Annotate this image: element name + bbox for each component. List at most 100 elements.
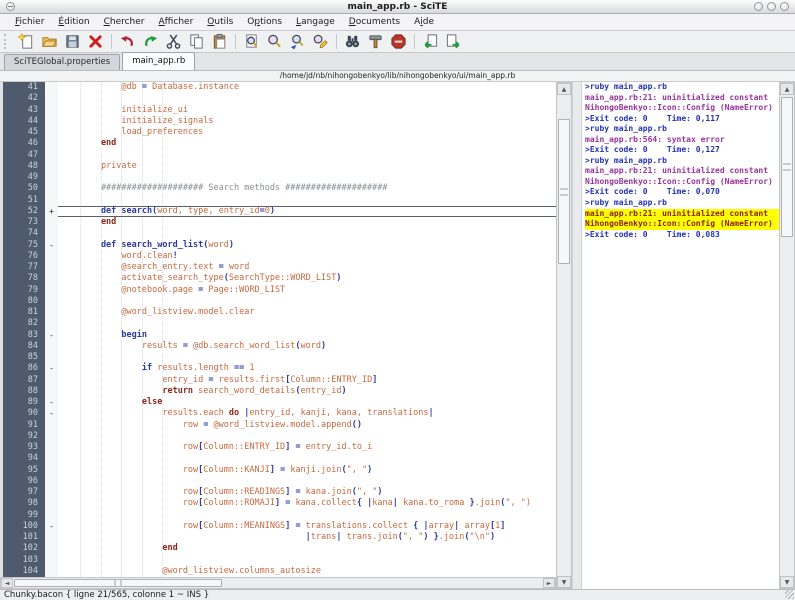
find-in-files-button[interactable] bbox=[241, 32, 262, 52]
main-area: 4142434445464748495051527374757677787980… bbox=[0, 82, 795, 589]
editor-horizontal-scrollbar[interactable]: ◄ ► bbox=[0, 577, 556, 589]
scroll-down-icon[interactable]: ▼ bbox=[557, 576, 571, 588]
find-next-button[interactable] bbox=[287, 32, 308, 52]
toolbar-grip[interactable] bbox=[4, 34, 11, 49]
code-line: begin bbox=[58, 330, 556, 341]
scroll-down-icon[interactable]: ▼ bbox=[780, 576, 794, 588]
status-bar: Chunky.bacon { ligne 21/565, colonne 1 ~… bbox=[0, 589, 795, 600]
menu-afficher[interactable]: Afficher bbox=[152, 15, 201, 29]
line-number: 96 bbox=[0, 476, 38, 487]
close-file-icon bbox=[87, 33, 104, 50]
line-number: 49 bbox=[0, 172, 38, 183]
save-file-button[interactable] bbox=[62, 32, 83, 52]
line-number: 98 bbox=[0, 498, 38, 509]
menu-fichier[interactable]: Fichier bbox=[8, 15, 51, 29]
code-line: @word_listview.model.clear bbox=[58, 307, 556, 318]
fold-marker[interactable]: - bbox=[45, 240, 58, 251]
close-button[interactable] bbox=[780, 2, 789, 11]
menu-langage[interactable]: Langage bbox=[289, 15, 342, 29]
fold-marker[interactable]: - bbox=[45, 330, 58, 341]
output-vertical-scrollbar[interactable]: ▲ ▼ bbox=[779, 82, 795, 589]
pane-splitter[interactable] bbox=[572, 82, 582, 589]
resize-grip[interactable] bbox=[785, 590, 794, 599]
editor-vscroll-thumb[interactable] bbox=[558, 119, 570, 264]
menu-outils[interactable]: Outils bbox=[200, 15, 240, 29]
scroll-left-icon[interactable]: ◄ bbox=[1, 578, 13, 588]
line-number: 52 bbox=[0, 206, 38, 217]
menu-aide[interactable]: Aide bbox=[407, 15, 441, 29]
scroll-right-icon[interactable]: ► bbox=[543, 578, 555, 588]
find-button[interactable] bbox=[264, 32, 285, 52]
line-number: 51 bbox=[0, 195, 38, 206]
line-number: 41 bbox=[0, 82, 38, 93]
line-number: 86 bbox=[0, 363, 38, 374]
undo-button[interactable] bbox=[117, 32, 138, 52]
fold-marker[interactable]: - bbox=[45, 521, 58, 532]
line-number: 75 bbox=[0, 240, 38, 251]
output-line: >Exit code: 0 Time: 0,127 bbox=[585, 145, 779, 156]
code-line: def search(word, type, entry_id=0) bbox=[58, 206, 556, 217]
new-file-button[interactable] bbox=[16, 32, 37, 52]
output-line: NihongoBenkyo::Icon::Config (NameError) bbox=[585, 177, 779, 188]
line-number-margin: 4142434445464748495051527374757677787980… bbox=[0, 82, 45, 577]
fold-marker[interactable]: - bbox=[45, 363, 58, 374]
new-file-icon bbox=[18, 33, 35, 50]
redo-button[interactable] bbox=[140, 32, 161, 52]
output-line: >ruby main_app.rb bbox=[585, 198, 779, 209]
fold-margin-cell bbox=[45, 161, 58, 172]
fold-margin-cell bbox=[45, 82, 58, 93]
fold-marker[interactable]: + bbox=[45, 206, 58, 217]
next-buffer-button[interactable] bbox=[443, 32, 464, 52]
editor-vertical-scrollbar[interactable]: ▲ ▼ bbox=[556, 82, 572, 589]
menu-edition[interactable]: Édition bbox=[51, 15, 96, 29]
toolbar-separator bbox=[235, 34, 236, 49]
close-file-button[interactable] bbox=[85, 32, 106, 52]
tab-scite-global-properties[interactable]: SciTEGlobal.properties bbox=[4, 54, 120, 70]
output-vscroll-thumb[interactable] bbox=[781, 97, 793, 237]
code-area[interactable]: @db = Database.instance initialize_ui in… bbox=[58, 82, 556, 577]
paste-button[interactable] bbox=[209, 32, 230, 52]
line-number: 84 bbox=[0, 341, 38, 352]
menu-chercher[interactable]: Chercher bbox=[97, 15, 152, 29]
line-number: 94 bbox=[0, 453, 38, 464]
compile-icon bbox=[344, 33, 361, 50]
toolbar-separator bbox=[414, 34, 415, 49]
fold-margin-cell bbox=[45, 285, 58, 296]
editor-pane[interactable]: 4142434445464748495051527374757677787980… bbox=[0, 82, 556, 577]
build-button[interactable] bbox=[365, 32, 386, 52]
tab-main-app-rb[interactable]: main_app.rb bbox=[122, 52, 195, 70]
scroll-up-icon[interactable]: ▲ bbox=[557, 83, 571, 95]
toolbar bbox=[0, 31, 795, 53]
output-line: main_app.rb:21: uninitialized constant bbox=[585, 166, 779, 177]
fold-margin-cell bbox=[45, 296, 58, 307]
stop-button[interactable] bbox=[388, 32, 409, 52]
scroll-up-icon[interactable]: ▲ bbox=[780, 83, 794, 95]
line-number: 89 bbox=[0, 397, 38, 408]
fold-marker[interactable]: - bbox=[45, 408, 58, 419]
replace-button[interactable] bbox=[310, 32, 331, 52]
copy-button[interactable] bbox=[186, 32, 207, 52]
line-number: 104 bbox=[0, 566, 38, 577]
fold-margin-cell bbox=[45, 487, 58, 498]
menu-documents[interactable]: Documents bbox=[342, 15, 407, 29]
maximize-button[interactable] bbox=[767, 2, 776, 11]
output-pane[interactable]: >ruby main_app.rb main_app.rb:21: uniniti… bbox=[582, 82, 779, 577]
fold-margin-cell bbox=[45, 465, 58, 476]
line-number: 43 bbox=[0, 105, 38, 116]
fold-margin-cell bbox=[45, 262, 58, 273]
file-path: /home/jd/nb/nihongobenkyo/lib/nihongoben… bbox=[280, 71, 515, 80]
menu-options[interactable]: Options bbox=[240, 15, 289, 29]
line-number: 46 bbox=[0, 138, 38, 149]
editor-hscroll-thumb[interactable] bbox=[14, 579, 222, 587]
cut-button[interactable] bbox=[163, 32, 184, 52]
code-line bbox=[58, 93, 556, 104]
fold-marker[interactable]: - bbox=[45, 397, 58, 408]
prev-buffer-button[interactable] bbox=[420, 32, 441, 52]
code-line: |trans| trans.join(", ") }.join("\n") bbox=[58, 532, 556, 543]
minimize-button[interactable] bbox=[754, 2, 763, 11]
compile-button[interactable] bbox=[342, 32, 363, 52]
line-number: 76 bbox=[0, 251, 38, 262]
line-number: 93 bbox=[0, 442, 38, 453]
open-file-button[interactable] bbox=[39, 32, 60, 52]
output-line: >ruby main_app.rb bbox=[585, 82, 779, 93]
